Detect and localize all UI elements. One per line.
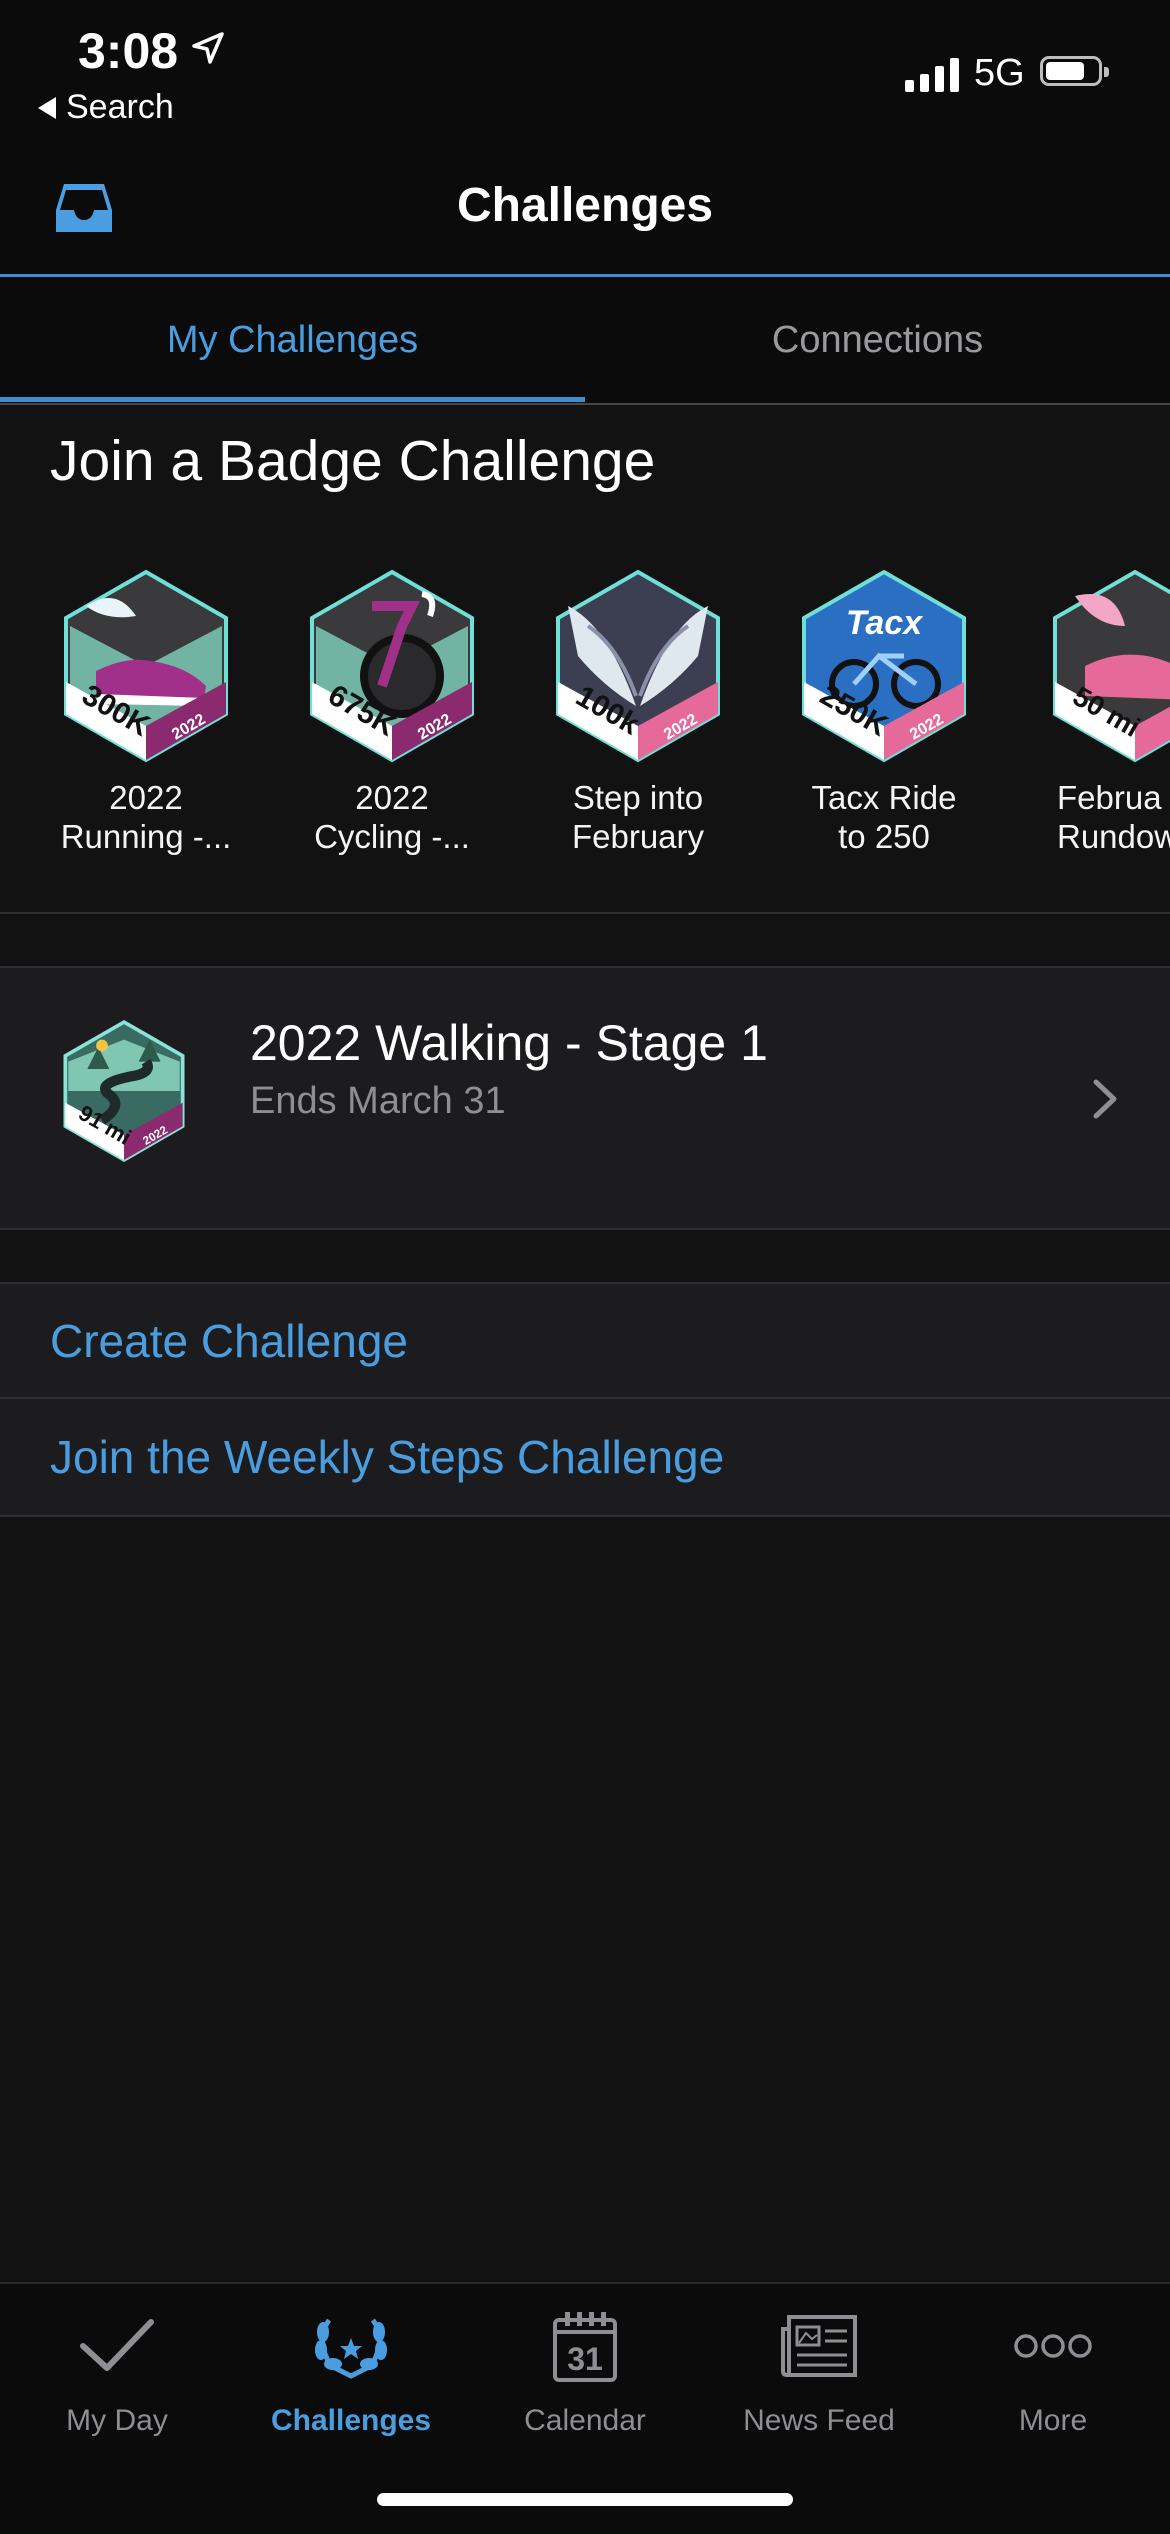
calendar-day-number: 31	[567, 2341, 603, 2377]
row-divider	[0, 1397, 1170, 1399]
create-challenge-link[interactable]: Create Challenge	[50, 1314, 408, 1368]
wings-badge-icon: 100k 2022	[556, 569, 720, 763]
more-icon	[1014, 2334, 1092, 2358]
battery-icon	[1040, 56, 1109, 86]
checkmark-icon	[80, 2319, 154, 2371]
pink-shoe-badge-icon: 50 mi	[1053, 569, 1170, 763]
section-divider	[0, 912, 1170, 914]
cellular-signal-icon	[905, 58, 959, 92]
walking-trail-badge-icon: 91 mi 2022	[63, 1019, 185, 1163]
running-shoe-badge-icon: 300K 2022	[64, 569, 228, 763]
row-divider	[0, 1515, 1170, 1517]
tab-connections[interactable]: Connections	[585, 277, 1170, 403]
cycling-badge-icon: 675K 2022	[310, 569, 474, 763]
badge-label: 2022 Running -...	[60, 779, 232, 855]
badge-cycling[interactable]: 675K 2022 2022 Cycling -...	[277, 566, 507, 856]
tab-my-challenges[interactable]: My Challenges	[0, 277, 585, 403]
tabbar-challenges[interactable]: Challenges	[234, 2296, 468, 2438]
badge-label: Step into February	[571, 779, 705, 855]
row-divider	[0, 1282, 1170, 1284]
badge-february-rundown[interactable]: 50 mi Februa Rundow	[1015, 566, 1170, 856]
challenge-links: Create Challenge Join the Weekly Steps C…	[0, 1282, 1170, 1516]
page-title: Challenges	[456, 179, 714, 232]
tacx-bike-badge-icon: Tacx 250K 2022	[802, 569, 966, 763]
badge-step-into-february[interactable]: 100k 2022 Step into February	[523, 566, 753, 856]
home-indicator	[377, 2493, 793, 2506]
badge-label: Februa Rundow	[1057, 779, 1170, 855]
challenge-end-date: Ends March 31	[250, 1080, 506, 1122]
location-arrow-icon	[192, 32, 224, 64]
calendar-icon: 31	[553, 2312, 617, 2382]
chevron-right-icon	[1093, 1079, 1117, 1119]
badge-label: Tacx Ride to 250	[811, 779, 957, 855]
segmented-tabs: My Challenges Connections	[0, 277, 1170, 405]
badge-tacx-ride[interactable]: Tacx 250K 2022 Tacx Ride to 250	[769, 566, 999, 856]
back-label: Search	[66, 88, 174, 126]
section-title: Join a Badge Challenge	[50, 429, 656, 493]
back-triangle-icon	[38, 96, 56, 119]
active-tab-indicator	[0, 397, 585, 402]
status-time: 3:08	[78, 23, 179, 79]
badge-running[interactable]: 300K 2022 2022 Running -...	[31, 566, 261, 856]
weekly-steps-link[interactable]: Join the Weekly Steps Challenge	[50, 1430, 724, 1484]
badge-label: 2022 Cycling -...	[314, 779, 470, 855]
tabbar-more[interactable]: More	[936, 2296, 1170, 2438]
challenge-title: 2022 Walking - Stage 1	[250, 1015, 768, 1071]
network-type: 5G	[974, 52, 1025, 94]
badge-tacx-brand: Tacx	[846, 604, 924, 642]
newspaper-icon	[781, 2315, 857, 2377]
tabbar-news-feed[interactable]: News Feed	[702, 2296, 936, 2438]
tabbar-calendar[interactable]: 31 Calendar	[468, 2296, 702, 2438]
back-to-search-link[interactable]: Search	[38, 88, 174, 127]
tabbar-my-day[interactable]: My Day	[0, 2296, 234, 2438]
row-divider	[0, 966, 1170, 968]
laurel-trophy-icon	[315, 2318, 387, 2379]
row-divider	[0, 1228, 1170, 1230]
